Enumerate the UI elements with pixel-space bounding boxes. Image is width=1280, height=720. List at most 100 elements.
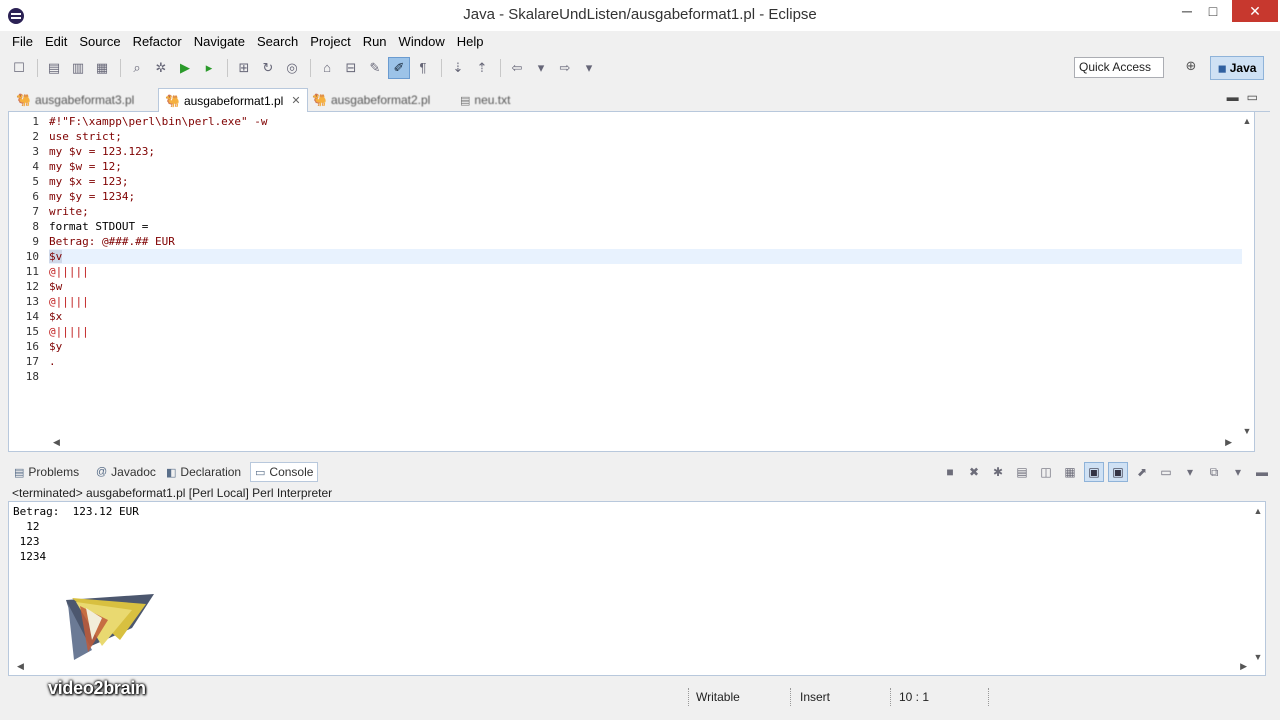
code-line[interactable]: my $x = 123; — [49, 174, 1242, 189]
tab-declaration[interactable]: ◧ Declaration — [162, 462, 245, 482]
console-horizontal-scrollbar[interactable]: ◀ ▶ — [17, 661, 1247, 673]
scroll-right-icon[interactable]: ▶ — [1240, 661, 1247, 672]
code-line-current[interactable]: $v — [49, 249, 1242, 264]
code-line[interactable]: format STDOUT = — [49, 219, 1242, 234]
scroll-left-icon[interactable]: ◀ — [53, 437, 60, 448]
menu-project[interactable]: Project — [304, 31, 356, 52]
run-icon[interactable]: ▶ — [174, 57, 196, 79]
code-line[interactable]: $y — [49, 339, 1242, 354]
tab-ausgabeformat3[interactable]: 🐫 ausgabeformat3.pl — [10, 88, 140, 112]
open-type-icon[interactable]: ⊟ — [340, 57, 362, 79]
menu-source[interactable]: Source — [73, 31, 126, 52]
open-console-dropdown-icon[interactable]: ▾ — [1228, 462, 1248, 482]
console-vertical-scrollbar[interactable]: ▲ ▼ — [1251, 502, 1265, 662]
code-line[interactable]: $w — [49, 279, 1242, 294]
code-line[interactable]: #!"F:\xampp\perl\bin\perl.exe" -w — [49, 114, 1242, 129]
run-external-icon[interactable]: ▸ — [198, 57, 220, 79]
code-line[interactable]: @||||| — [49, 294, 1242, 309]
remove-launch-icon[interactable]: ✖ — [964, 462, 984, 482]
remove-all-launches-icon[interactable]: ✱ — [988, 462, 1008, 482]
debug-icon[interactable]: ✲ — [150, 57, 172, 79]
tab-javadoc[interactable]: @ Javadoc — [92, 462, 160, 482]
forward-icon[interactable]: ⇨ — [554, 57, 576, 79]
menu-search[interactable]: Search — [251, 31, 304, 52]
scroll-right-icon[interactable]: ▶ — [1225, 437, 1232, 448]
scroll-up-icon[interactable]: ▲ — [1240, 116, 1254, 126]
tab-console[interactable]: ▭ Console — [250, 462, 319, 482]
code-editor[interactable]: 1 2 3 4 5 6 7 8 9 10 11 12 13 14 15 16 1… — [8, 112, 1255, 452]
save-icon[interactable]: ▤ — [43, 57, 65, 79]
next-annotation-icon[interactable]: ⇣ — [447, 57, 469, 79]
search-icon[interactable]: ⌕ — [126, 57, 148, 79]
prev-annotation-icon[interactable]: ⇡ — [471, 57, 493, 79]
code-line[interactable]: my $w = 12; — [49, 159, 1242, 174]
code-line[interactable]: my $y = 1234; — [49, 189, 1242, 204]
scroll-left-icon[interactable]: ◀ — [17, 661, 24, 672]
tab-neu-txt[interactable]: ▤ neu.txt — [454, 88, 516, 112]
insert-mode-status[interactable]: Insert — [800, 688, 830, 706]
tab-ausgabeformat2[interactable]: 🐫 ausgabeformat2.pl — [306, 88, 436, 112]
editor-horizontal-scrollbar[interactable]: ◀ ▶ — [49, 437, 1232, 449]
terminate-icon[interactable]: ■ — [940, 462, 960, 482]
scroll-up-icon[interactable]: ▲ — [1251, 506, 1265, 516]
code-line[interactable]: . — [49, 354, 1242, 369]
selected-text[interactable]: $v — [49, 250, 63, 263]
maximize-view-icon[interactable]: ▭ — [1276, 462, 1280, 482]
close-button[interactable]: ✕ — [1232, 0, 1278, 22]
clear-console-icon[interactable]: ▤ — [1012, 462, 1032, 482]
camel-icon: 🐫 — [165, 93, 180, 108]
tab-problems[interactable]: ▤ Problems — [10, 462, 83, 482]
edit-icon[interactable]: ✎ — [364, 57, 386, 79]
pin-console-icon[interactable]: ⬈ — [1132, 462, 1152, 482]
code-line[interactable]: @||||| — [49, 324, 1242, 339]
maximize-view-icon[interactable]: ▭ — [1247, 90, 1258, 104]
word-wrap-icon[interactable]: ▦ — [1060, 462, 1080, 482]
code-line[interactable] — [49, 369, 1242, 384]
scroll-down-icon[interactable]: ▼ — [1240, 426, 1254, 436]
menu-window[interactable]: Window — [393, 31, 451, 52]
code-line[interactable]: $x — [49, 309, 1242, 324]
editor-vertical-scrollbar[interactable]: ▲ ▼ — [1240, 114, 1254, 436]
scroll-lock-icon[interactable]: ◫ — [1036, 462, 1056, 482]
close-icon[interactable]: ✕ — [291, 94, 300, 107]
code-line[interactable]: Betrag: @###.## EUR — [49, 234, 1242, 249]
java-perspective-button[interactable]: ◼ Java — [1210, 56, 1264, 80]
new-package-icon[interactable]: ⊞ — [233, 57, 255, 79]
refresh-icon[interactable]: ↻ — [257, 57, 279, 79]
new-icon[interactable]: ☐ — [8, 57, 30, 79]
back-icon[interactable]: ⇦ — [506, 57, 528, 79]
show-on-stderr-icon[interactable]: ▣ — [1108, 462, 1128, 482]
menu-edit[interactable]: Edit — [39, 31, 73, 52]
menu-navigate[interactable]: Navigate — [188, 31, 251, 52]
display-console-icon[interactable]: ▭ — [1156, 462, 1176, 482]
scroll-down-icon[interactable]: ▼ — [1251, 652, 1265, 662]
toggle-mark-occurrences-icon[interactable]: ✐ — [388, 56, 410, 79]
console-output[interactable]: Betrag: 123.12 EUR 12 123 1234 ▲ ▼ ◀ ▶ — [8, 501, 1266, 676]
maximize-button[interactable]: □ — [1198, 0, 1228, 22]
quick-access-input[interactable]: Quick Access — [1074, 57, 1164, 78]
display-console-dropdown-icon[interactable]: ▾ — [1180, 462, 1200, 482]
minimize-view-icon[interactable]: ▬ — [1227, 90, 1239, 104]
back-dropdown-icon[interactable]: ▾ — [530, 57, 552, 79]
open-folder-icon[interactable]: ⌂ — [316, 57, 338, 79]
forward-dropdown-icon[interactable]: ▾ — [578, 57, 600, 79]
menu-refactor[interactable]: Refactor — [127, 31, 188, 52]
menu-run[interactable]: Run — [357, 31, 393, 52]
menu-file[interactable]: File — [6, 31, 39, 52]
show-whitespace-icon[interactable]: ¶ — [412, 57, 434, 79]
code-line[interactable]: use strict; — [49, 129, 1242, 144]
line-number: 3 — [32, 145, 39, 158]
new-class-icon[interactable]: ◎ — [281, 57, 303, 79]
minimize-view-icon[interactable]: ▬ — [1252, 462, 1272, 482]
code-line[interactable]: write; — [49, 204, 1242, 219]
open-perspective-icon[interactable]: ⊕ — [1180, 58, 1202, 78]
print-icon[interactable]: ▦ — [91, 57, 113, 79]
code-line[interactable]: @||||| — [49, 264, 1242, 279]
code-line[interactable]: my $v = 123.123; — [49, 144, 1242, 159]
save-all-icon[interactable]: ▥ — [67, 57, 89, 79]
open-console-icon[interactable]: ⧉ — [1204, 462, 1224, 482]
menu-help[interactable]: Help — [451, 31, 490, 52]
code-area[interactable]: #!"F:\xampp\perl\bin\perl.exe" -w use st… — [49, 114, 1242, 384]
show-on-stdout-icon[interactable]: ▣ — [1084, 462, 1104, 482]
tab-ausgabeformat1[interactable]: 🐫 ausgabeformat1.pl ✕ — [158, 88, 308, 112]
